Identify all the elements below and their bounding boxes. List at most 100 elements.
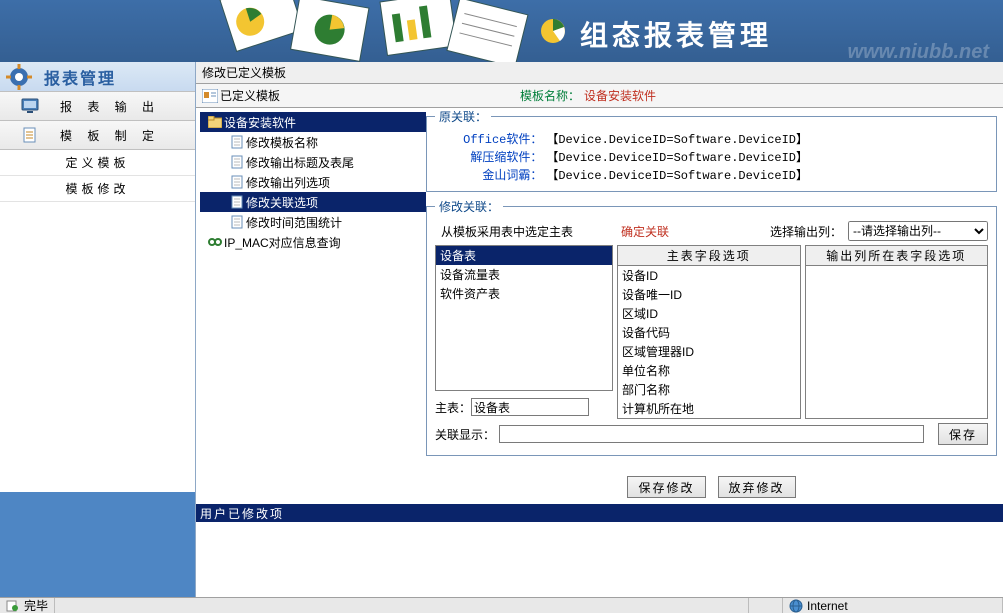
- template-name-label: 模板名称：: [520, 87, 580, 104]
- main-table-input[interactable]: [471, 398, 589, 416]
- assoc-row: 解压缩软件：【Device.DeviceID=Software.DeviceID…: [435, 147, 988, 165]
- sidebar-subitem-modify-template[interactable]: 模板修改: [0, 176, 195, 202]
- status-done: 完毕: [0, 598, 55, 613]
- decorative-papers-icon: [210, 0, 530, 62]
- watermark: www.niubb.net: [848, 41, 989, 62]
- modify-association-legend: 修改关联：: [435, 198, 503, 215]
- list-item[interactable]: 单位名称: [618, 361, 800, 380]
- list-item[interactable]: 设备ID: [618, 266, 800, 285]
- banner: 组态报表管理 www.niubb.net: [0, 0, 1003, 62]
- relation-show-row: 关联显示： 保存: [435, 421, 988, 447]
- main-table-row: 主表：: [435, 395, 613, 419]
- pie-logo-icon: [540, 18, 566, 44]
- template-name-value: 设备安装软件: [584, 87, 656, 104]
- modify-association-group: 修改关联： 从模板采用表中选定主表 确定关联 选择输出列： --请选择输出列--…: [426, 198, 997, 456]
- list-item[interactable]: 部门名称: [618, 380, 800, 399]
- link-icon: [206, 236, 224, 248]
- sidebar-item-report-output[interactable]: 报 表 输 出: [0, 91, 195, 121]
- list-item[interactable]: 区域管理器ID: [618, 342, 800, 361]
- relation-show-input[interactable]: [499, 425, 924, 443]
- list-item[interactable]: 设备唯一ID: [618, 285, 800, 304]
- list-item[interactable]: 设备流量表: [436, 265, 612, 284]
- list-item[interactable]: 设备表: [436, 246, 612, 265]
- internet-zone-icon: [789, 599, 803, 613]
- gear-icon: [0, 62, 44, 92]
- id-card-icon: [200, 89, 220, 103]
- output-fields-header: 输出列所在表字段选项: [806, 246, 988, 266]
- tree-child-item[interactable]: 修改输出标题及表尾: [200, 152, 426, 172]
- list-item[interactable]: 计算机所在地: [618, 399, 800, 418]
- confirm-association-link[interactable]: 确定关联: [615, 223, 675, 240]
- list-item[interactable]: 区域ID: [618, 304, 800, 323]
- folder-icon: [206, 116, 224, 128]
- list-item[interactable]: 软件资产表: [436, 284, 612, 303]
- sidebar: 报表管理 报 表 输 出 模 板 制 定 定义模板 模板修改: [0, 62, 195, 597]
- tree-child-label: 修改时间范围统计: [246, 214, 342, 231]
- doc-icon: [228, 155, 246, 169]
- sidebar-item-template-define[interactable]: 模 板 制 定: [0, 120, 195, 150]
- assoc-value: 【Device.DeviceID=Software.DeviceID】: [546, 166, 808, 183]
- doc-icon: [228, 195, 246, 209]
- output-fields-listbox[interactable]: 输出列所在表字段选项: [805, 245, 989, 419]
- assoc-toolbar: 从模板采用表中选定主表 确定关联 选择输出列： --请选择输出列--: [435, 219, 988, 243]
- tree-root-label: 设备安装软件: [224, 114, 296, 131]
- sidebar-title: 报表管理: [44, 65, 116, 89]
- output-column-select[interactable]: --请选择输出列--: [848, 221, 988, 241]
- tree-child-item[interactable]: 修改模板名称: [200, 132, 426, 152]
- tree-root[interactable]: 设备安装软件: [200, 112, 426, 132]
- tree-extra-label: IP_MAC对应信息查询: [224, 234, 341, 251]
- sidebar-header: 报表管理: [0, 62, 195, 92]
- select-main-table-text: 从模板采用表中选定主表: [435, 223, 615, 240]
- tree-child-item[interactable]: 修改关联选项: [200, 192, 426, 212]
- template-tree: 设备安装软件 修改模板名称修改输出标题及表尾修改输出列选项修改关联选项修改时间范…: [196, 108, 426, 447]
- tree-extra-item[interactable]: IP_MAC对应信息查询: [200, 232, 426, 252]
- tree-child-label: 修改输出列选项: [246, 174, 330, 191]
- tree-child-label: 修改关联选项: [246, 194, 318, 211]
- main-fields-header: 主表字段选项: [618, 246, 800, 266]
- tree-child-label: 修改输出标题及表尾: [246, 154, 354, 171]
- select-output-col-label: 选择输出列：: [764, 223, 848, 240]
- template-bar-label: 已定义模板: [220, 87, 280, 104]
- monitor-icon: [0, 98, 60, 114]
- lists-row: 设备表设备流量表软件资产表 主表： 主表字段选项 设备ID设备唯一ID区域ID设…: [435, 245, 988, 419]
- sidebar-subitem-define-template[interactable]: 定义模板: [0, 150, 195, 176]
- discard-changes-button[interactable]: 放弃修改: [718, 476, 796, 498]
- page-icon: [0, 127, 60, 143]
- bottom-buttons: 保存修改 放弃修改: [426, 472, 997, 502]
- assoc-row: Office软件：【Device.DeviceID=Software.Devic…: [435, 129, 988, 147]
- list-item[interactable]: 设备代码: [618, 323, 800, 342]
- sidebar-item-label: 报 表 输 出: [60, 98, 160, 115]
- breadcrumb: 修改已定义模板: [196, 62, 1003, 84]
- status-bar: 完毕 Internet: [0, 597, 1003, 613]
- doc-icon: [228, 215, 246, 229]
- main-fields-listbox[interactable]: 主表字段选项 设备ID设备唯一ID区域ID设备代码区域管理器ID单位名称部门名称…: [617, 245, 801, 419]
- content-area: 修改已定义模板 已定义模板 模板名称： 设备安装软件 设备安装软件 修改模板名称…: [195, 62, 1003, 597]
- sidebar-footer-pad: [0, 492, 195, 597]
- save-changes-button[interactable]: 保存修改: [627, 476, 705, 498]
- assoc-key: Office软件：: [463, 130, 542, 147]
- assoc-value: 【Device.DeviceID=Software.DeviceID】: [546, 130, 808, 147]
- form-column: 原关联： Office软件：【Device.DeviceID=Software.…: [426, 108, 997, 447]
- main-tables-listbox[interactable]: 设备表设备流量表软件资产表: [435, 245, 613, 391]
- assoc-key: 金山词霸：: [482, 166, 542, 183]
- relation-show-label: 关联显示：: [435, 426, 495, 443]
- assoc-value: 【Device.DeviceID=Software.DeviceID】: [546, 148, 808, 165]
- sidebar-item-label: 模 板 制 定: [60, 127, 160, 144]
- main-table-label: 主表：: [435, 399, 471, 416]
- tree-child-item[interactable]: 修改输出列选项: [200, 172, 426, 192]
- assoc-row: 金山词霸：【Device.DeviceID=Software.DeviceID】: [435, 165, 988, 183]
- status-zone: Internet: [783, 598, 1003, 613]
- original-association-legend: 原关联：: [435, 108, 491, 125]
- user-modified-strip: 用户已修改项: [196, 504, 1003, 522]
- original-association-group: 原关联： Office软件：【Device.DeviceID=Software.…: [426, 108, 997, 192]
- tree-child-item[interactable]: 修改时间范围统计: [200, 212, 426, 232]
- status-done-text: 完毕: [24, 597, 48, 614]
- tree-child-label: 修改模板名称: [246, 134, 318, 151]
- save-relation-button[interactable]: 保存: [938, 423, 988, 445]
- assoc-key: 解压缩软件：: [470, 148, 542, 165]
- app-title: 组态报表管理: [580, 14, 772, 54]
- template-bar: 已定义模板 模板名称： 设备安装软件: [196, 84, 1003, 108]
- doc-icon: [228, 175, 246, 189]
- doc-icon: [228, 135, 246, 149]
- status-zone-text: Internet: [807, 599, 848, 613]
